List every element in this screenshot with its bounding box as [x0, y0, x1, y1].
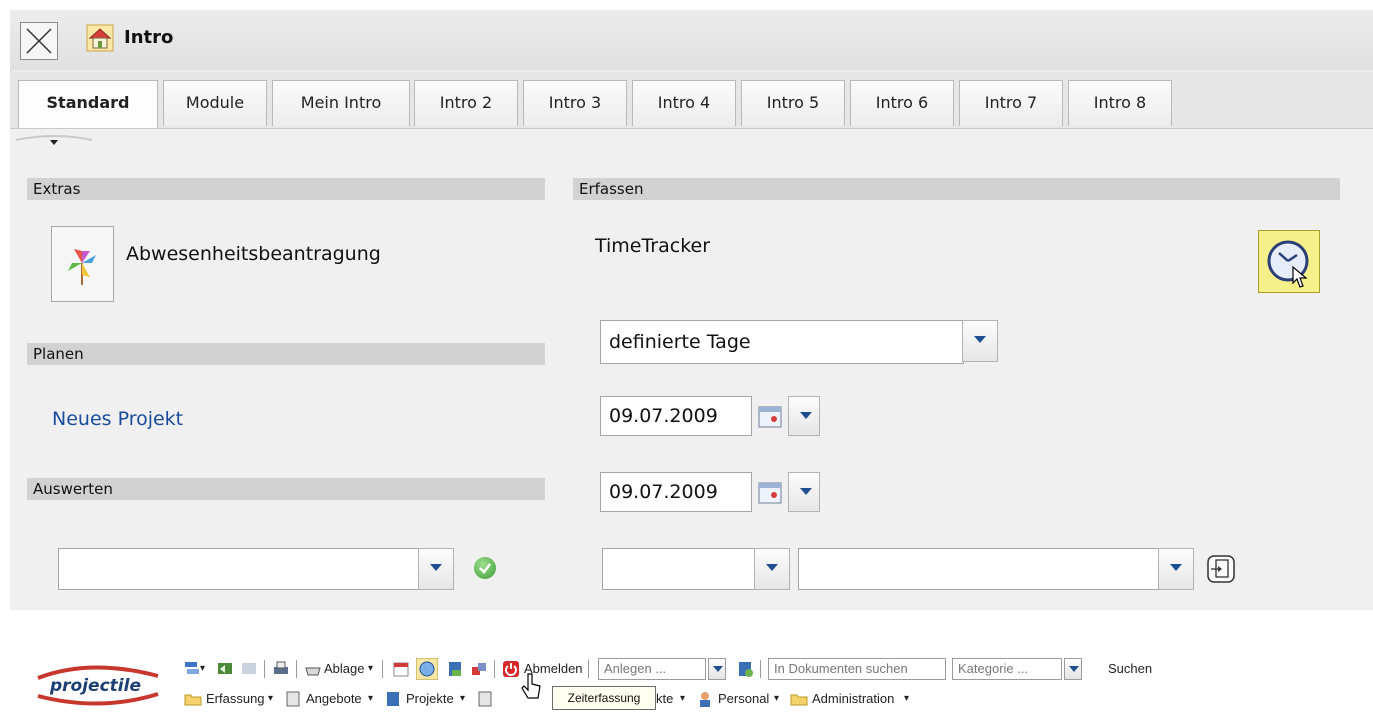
date-to-input[interactable]: 09.07.2009	[600, 472, 752, 512]
period-select[interactable]: definierte Tage	[600, 320, 964, 364]
pinwheel-icon	[68, 249, 96, 285]
calendar-icon[interactable]	[756, 476, 786, 510]
project-icon	[387, 692, 399, 706]
basket-icon[interactable]	[304, 660, 322, 678]
tab-intro-7[interactable]: Intro 7	[959, 80, 1063, 126]
erfassen-dropdown-1[interactable]	[754, 548, 790, 590]
section-planen: Planen	[27, 343, 545, 365]
person-icon	[700, 692, 710, 707]
confirm-check-icon[interactable]	[474, 557, 496, 579]
chevron-down-icon	[50, 140, 58, 145]
kategorie-dropdown[interactable]	[1064, 658, 1082, 680]
chevron-down-icon: ▾	[368, 693, 374, 704]
chevron-down-icon: ▾	[368, 663, 374, 674]
section-auswerten: Auswerten	[27, 478, 545, 500]
timetracker-button[interactable]	[1258, 230, 1320, 293]
open-form-icon[interactable]	[1206, 554, 1236, 584]
document-icon[interactable]	[446, 660, 464, 678]
back-icon[interactable]	[216, 660, 234, 678]
chevron-down-icon: ▾	[460, 693, 466, 704]
chevron-down-icon: ▾	[268, 693, 274, 704]
absence-request-button[interactable]	[51, 226, 114, 302]
close-icon	[26, 28, 52, 54]
evaluation-select[interactable]	[58, 548, 420, 590]
evaluation-dropdown-button[interactable]	[418, 548, 454, 590]
ablage-menu[interactable]: Ablage	[324, 660, 364, 678]
menu-personal[interactable]: Personal	[718, 690, 769, 708]
window-title: Intro	[124, 27, 174, 48]
date-from-dropdown-button[interactable]	[788, 396, 820, 436]
tooltip: Zeiterfassung	[552, 686, 656, 710]
separator	[296, 660, 297, 678]
calendar-icon[interactable]	[756, 400, 786, 434]
anlegen-select[interactable]: Anlegen ...	[598, 658, 706, 680]
chevron-down-icon	[1170, 564, 1182, 571]
new-project-link[interactable]: Neues Projekt	[52, 408, 183, 430]
anlegen-dropdown[interactable]	[708, 658, 726, 680]
chevron-down-icon	[800, 412, 812, 419]
chevron-down-icon: ▾	[904, 693, 910, 704]
timetracker-label: TimeTracker	[595, 235, 711, 257]
date-from-input[interactable]: 09.07.2009	[600, 396, 752, 436]
chevron-down-icon	[430, 564, 442, 571]
tab-intro-5[interactable]: Intro 5	[741, 80, 845, 126]
kategorie-select[interactable]: Kategorie ...	[952, 658, 1062, 680]
document-search-input[interactable]: In Dokumenten suchen	[768, 658, 946, 680]
tab-content	[10, 129, 1373, 610]
absence-request-label[interactable]: Abwesenheitsbeantragung	[126, 243, 381, 265]
separator	[494, 660, 495, 678]
forward-icon[interactable]	[240, 660, 258, 678]
folder-icon	[184, 694, 202, 706]
folder-icon	[790, 694, 808, 706]
tab-module[interactable]: Module	[163, 80, 267, 126]
clock-icon	[1267, 240, 1309, 288]
chevron-down-icon	[974, 336, 986, 343]
chevron-down-icon: ▾	[680, 693, 686, 704]
separator	[760, 660, 761, 678]
erfassen-select-2[interactable]	[798, 548, 1160, 590]
separator	[588, 660, 589, 678]
tab-intro-6[interactable]: Intro 6	[850, 80, 954, 126]
chevron-down-icon	[1069, 666, 1079, 672]
tab-mein-intro[interactable]: Mein Intro	[272, 80, 410, 126]
chevron-down-icon	[766, 564, 778, 571]
section-erfassen: Erfassen	[573, 178, 1340, 200]
section-extras: Extras	[27, 178, 545, 200]
collapse-toggle[interactable]	[16, 131, 92, 153]
report-icon	[478, 691, 492, 707]
projectile-logo: projectile	[37, 665, 159, 706]
tab-intro-8[interactable]: Intro 8	[1068, 80, 1172, 126]
chevron-down-icon: ▾	[200, 663, 206, 674]
hand-cursor-icon	[521, 673, 541, 699]
erfassen-dropdown-2[interactable]	[1158, 548, 1194, 590]
menu-erfassung[interactable]: Erfassung	[206, 690, 265, 708]
chevron-down-icon	[713, 666, 723, 672]
chevron-down-icon	[800, 488, 812, 495]
title-bar	[10, 10, 1373, 70]
menu-angebote[interactable]: Angebote	[306, 690, 362, 708]
print-icon[interactable]	[272, 660, 290, 678]
power-icon[interactable]	[502, 660, 520, 678]
logo-text: projectile	[49, 676, 141, 696]
offer-icon	[286, 691, 300, 707]
separator	[264, 660, 265, 678]
suchen-button[interactable]: Suchen	[1108, 660, 1152, 678]
separator	[382, 660, 383, 678]
tab-standard[interactable]: Standard	[18, 80, 158, 128]
date-to-dropdown-button[interactable]	[788, 472, 820, 512]
home-icon	[86, 24, 114, 52]
menu-administration[interactable]: Administration	[812, 690, 894, 708]
tab-intro-2[interactable]: Intro 2	[414, 80, 518, 126]
close-button[interactable]	[20, 22, 58, 60]
calendar-icon[interactable]	[392, 660, 410, 678]
new-document-icon[interactable]	[736, 660, 754, 678]
tab-intro-3[interactable]: Intro 3	[523, 80, 627, 126]
cubes-icon[interactable]	[470, 660, 488, 678]
period-dropdown-button[interactable]	[962, 320, 998, 362]
tab-intro-4[interactable]: Intro 4	[632, 80, 736, 126]
menu-projekte[interactable]: Projekte	[406, 690, 454, 708]
time-tracking-icon[interactable]	[416, 658, 438, 680]
chevron-down-icon: ▾	[774, 693, 780, 704]
erfassen-select-1[interactable]	[602, 548, 756, 590]
